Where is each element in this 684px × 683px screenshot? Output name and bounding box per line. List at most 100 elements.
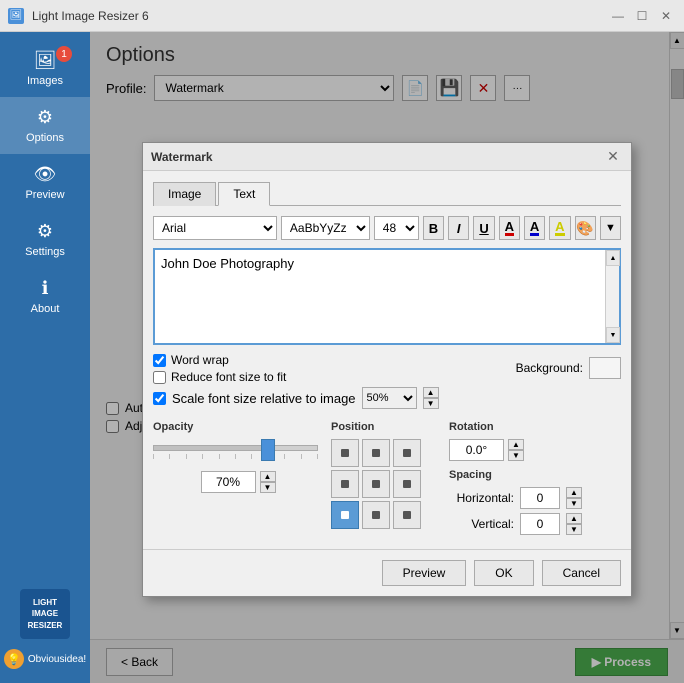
underline-button[interactable]: U [473,216,494,240]
dropdown-button[interactable]: ▼ [600,216,621,240]
bold-button[interactable]: B [423,216,444,240]
scale-spin-up[interactable]: ▲ [423,387,439,398]
word-wrap-row: Word wrap [153,353,500,367]
text-scroll-down[interactable]: ▼ [606,327,620,343]
right-section: Rotation ▲ ▼ [449,421,621,539]
font-family-select[interactable]: Arial [153,216,277,240]
rotation-spin-up[interactable]: ▲ [508,439,524,450]
background-row: Background: [516,357,621,379]
reduce-font-checkbox[interactable] [153,371,166,384]
tab-text[interactable]: Text [218,182,270,206]
spacing-panel: Spacing Horizontal: ▲ ▼ [449,469,621,535]
opacity-label: Opacity [153,421,323,433]
background-color-picker[interactable] [589,357,621,379]
close-button[interactable]: ✕ [656,6,676,26]
vertical-input[interactable] [520,513,560,535]
sidebar-item-label-options: Options [26,132,64,144]
italic-button[interactable]: I [448,216,469,240]
app-icon: 🖼 [8,8,24,24]
modal-title-bar: Watermark ✕ [143,143,631,171]
position-grid [331,439,441,529]
modal-overlay: Watermark ✕ Image Text Arial [90,32,684,683]
vertical-label: Vertical: [449,517,514,531]
opacity-thumb[interactable] [261,439,275,461]
pos-dot [403,449,411,457]
pos-btn-2-2[interactable] [393,501,421,529]
sidebar-item-options[interactable]: ⚙ Options [0,97,90,154]
text-scrollbar: ▲ ▼ [605,250,619,343]
pos-btn-2-1[interactable] [362,501,390,529]
sidebar-item-preview[interactable]: 👁 Preview [0,154,90,211]
pos-btn-0-0[interactable] [331,439,359,467]
pos-dot [341,449,349,457]
font-highlight-icon: A [555,220,564,236]
tab-image[interactable]: Image [153,182,216,206]
preview-button[interactable]: Preview [382,560,467,586]
pos-btn-0-1[interactable] [362,439,390,467]
vertical-spin-up[interactable]: ▲ [566,513,582,524]
pos-btn-2-0[interactable] [331,501,359,529]
vertical-spacing-row: Vertical: ▲ ▼ [449,513,621,535]
opacity-input[interactable] [201,471,256,493]
rotation-spin-down[interactable]: ▼ [508,450,524,461]
vertical-spin: ▲ ▼ [566,513,582,535]
scale-spin-down[interactable]: ▼ [423,398,439,409]
font-color-button[interactable]: A [499,216,520,240]
ok-button[interactable]: OK [474,560,533,586]
opacity-spin: ▲ ▼ [260,471,276,493]
app-title: Light Image Resizer 6 [32,9,149,23]
scale-font-checkbox[interactable] [153,392,166,405]
scale-font-label: Scale font size relative to image [172,391,356,406]
modal-close-button[interactable]: ✕ [603,147,623,167]
horizontal-spin-down[interactable]: ▼ [566,498,582,509]
font-size-select[interactable]: 48 [374,216,419,240]
main-content: Options Profile: Watermark 📄 💾 ✕ ··· Aut… [90,32,684,683]
pos-btn-0-2[interactable] [393,439,421,467]
maximize-button[interactable]: ☐ [632,6,652,26]
minimize-button[interactable]: — [608,6,628,26]
sidebar-item-settings[interactable]: ⚙ Settings [0,211,90,268]
title-bar-controls: — ☐ ✕ [608,6,676,26]
horizontal-spin-up[interactable]: ▲ [566,487,582,498]
rotation-row: ▲ ▼ [449,439,621,461]
opacity-spin-down[interactable]: ▼ [260,482,276,493]
vertical-spin-down[interactable]: ▼ [566,524,582,535]
font-color-alt-button[interactable]: A [524,216,545,240]
font-controls: Arial AaBbYyZz 48 B I U [153,216,621,240]
watermark-text-input[interactable]: John Doe Photography [155,250,605,340]
word-wrap-checkbox[interactable] [153,354,166,367]
sidebar-item-about[interactable]: ℹ About [0,268,90,325]
logo-image: LIGHT IMAGE RESIZER [20,589,70,639]
pos-dot [403,511,411,519]
about-icon: ℹ [42,278,49,299]
sidebar-item-images[interactable]: 🖼 Images 1 [0,40,90,97]
font-highlight-button[interactable]: A [549,216,570,240]
sidebar-item-label-preview: Preview [25,189,64,201]
company-name: Obviousidea! [28,654,86,665]
font-preview-select[interactable]: AaBbYyZz [281,216,370,240]
images-badge: 1 [56,46,72,62]
scale-spin-buttons: ▲ ▼ [423,387,439,409]
pos-btn-1-1[interactable] [362,470,390,498]
position-label: Position [331,421,441,433]
opacity-spin-up[interactable]: ▲ [260,471,276,482]
rotation-input[interactable] [449,439,504,461]
horizontal-label: Horizontal: [449,491,514,505]
reduce-font-row: Reduce font size to fit [153,370,500,384]
word-wrap-label: Word wrap [171,353,229,367]
watermark-modal: Watermark ✕ Image Text Arial [142,142,632,597]
pos-btn-1-0[interactable] [331,470,359,498]
rotation-label: Rotation [449,421,621,433]
text-scroll-up[interactable]: ▲ [606,250,620,266]
horizontal-input[interactable] [520,487,560,509]
font-color-alt-icon: A [530,220,539,236]
pos-btn-1-2[interactable] [393,470,421,498]
opacity-value-row: ▲ ▼ [153,471,323,493]
sidebar-bottom: LIGHT IMAGE RESIZER 💡 Obviousidea! [0,581,100,683]
opacity-fill [154,446,268,450]
paint-button[interactable]: 🎨 [575,216,596,240]
app-window: 🖼 Light Image Resizer 6 — ☐ ✕ 🖼 Images 1… [0,0,684,683]
cancel-button[interactable]: Cancel [542,560,621,586]
scale-font-select[interactable]: 50% [362,387,417,409]
rotation-spin: ▲ ▼ [508,439,524,461]
